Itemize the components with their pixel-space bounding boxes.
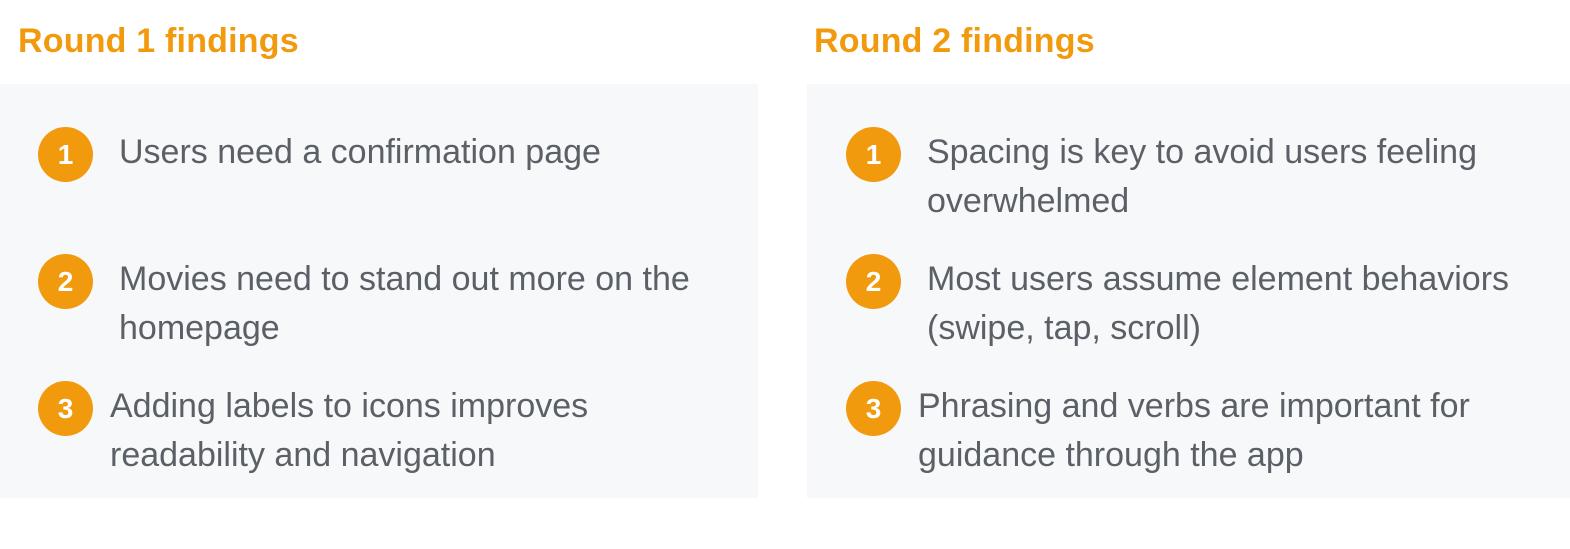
number-badge: 3	[38, 381, 93, 436]
finding-text: Users need a confirmation page	[119, 133, 601, 171]
finding-text: Movies need to stand out more on the hom…	[119, 260, 690, 347]
finding-text: Most users assume element behaviors (swi…	[927, 260, 1510, 347]
number-badge: 2	[846, 254, 901, 309]
finding-text: Adding labels to icons improves readabil…	[110, 387, 589, 474]
number-badge: 2	[38, 254, 93, 309]
finding-text: Spacing is key to avoid users feeling ov…	[927, 133, 1477, 220]
finding-text: Phrasing and verbs are important for gui…	[918, 387, 1470, 474]
round1-heading: Round 1 findings	[18, 22, 299, 60]
number-badge: 3	[846, 381, 901, 436]
round2-heading: Round 2 findings	[814, 22, 1095, 60]
number-badge: 1	[38, 127, 93, 182]
number-badge: 1	[846, 127, 901, 182]
